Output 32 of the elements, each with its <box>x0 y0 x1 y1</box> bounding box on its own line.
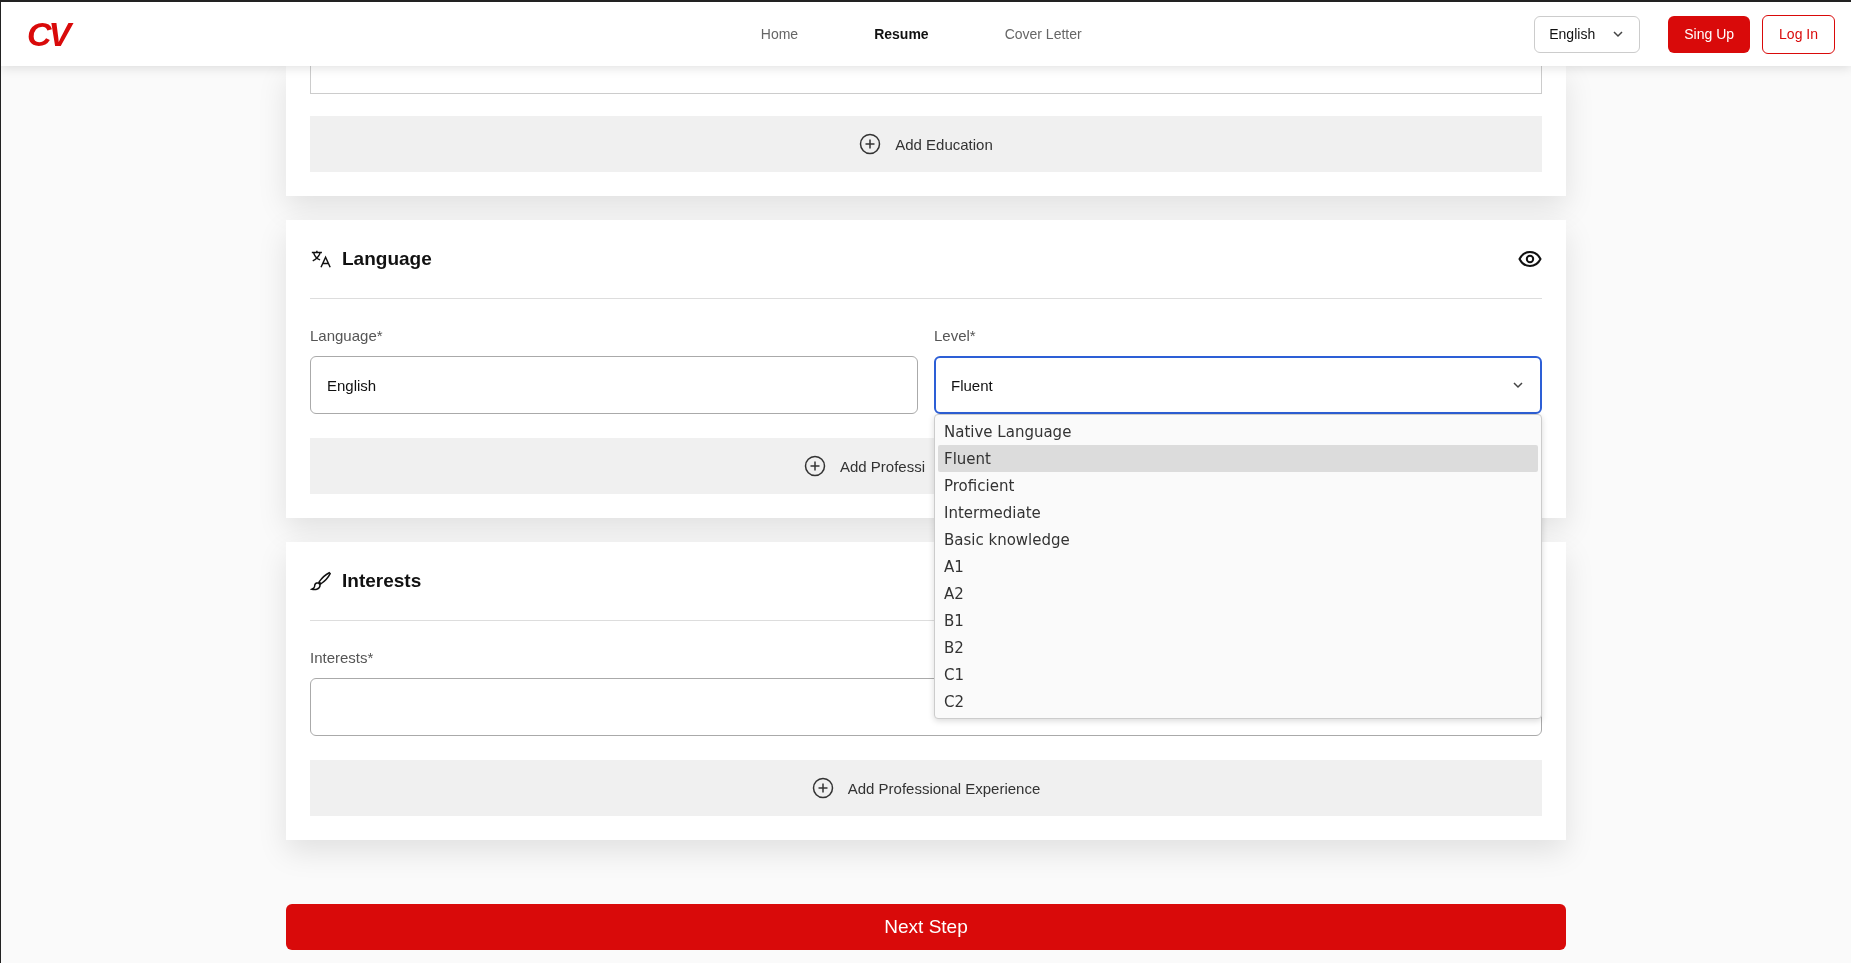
add-education-button[interactable]: Add Education <box>310 116 1542 172</box>
language-input[interactable]: English <box>310 356 918 414</box>
dropdown-option[interactable]: Basic knowledge <box>938 526 1538 553</box>
eye-icon[interactable] <box>1518 250 1542 268</box>
dropdown-option[interactable]: A1 <box>938 553 1538 580</box>
dropdown-option[interactable]: Intermediate <box>938 499 1538 526</box>
dropdown-option[interactable]: C1 <box>938 661 1538 688</box>
section-title: Language <box>342 248 433 270</box>
dropdown-option[interactable]: A2 <box>938 580 1538 607</box>
field-label: Language* <box>310 327 384 346</box>
nav-link[interactable]: Cover Letter <box>966 26 1120 42</box>
log-in-button[interactable]: Log In <box>1762 14 1835 54</box>
section-title: Interests <box>342 570 423 592</box>
dropdown-option[interactable]: B2 <box>938 634 1538 661</box>
dropdown-option[interactable]: C2 <box>938 688 1538 715</box>
field-label: Interests* <box>310 649 375 668</box>
input-field[interactable] <box>310 66 1542 94</box>
add-icon <box>804 455 826 477</box>
add-professional-experience-button[interactable]: Add Professional Experience <box>310 760 1542 816</box>
brush-icon <box>310 570 332 592</box>
sign-up-button[interactable]: Sing Up <box>1668 15 1751 53</box>
language-select[interactable]: English <box>1534 15 1641 53</box>
field-label: Level* <box>934 327 977 346</box>
next-step-button[interactable]: Next Step <box>286 904 1566 950</box>
dropdown-option[interactable]: Fluent <box>938 445 1538 472</box>
dropdown-option[interactable]: B1 <box>938 607 1538 634</box>
translate-icon <box>310 248 332 270</box>
level-select[interactable]: Fluent <box>934 356 1542 414</box>
nav-link[interactable]: Home <box>722 26 837 42</box>
add-icon <box>859 133 882 155</box>
add-icon <box>811 777 834 799</box>
nav-link[interactable]: Resume <box>836 26 967 42</box>
